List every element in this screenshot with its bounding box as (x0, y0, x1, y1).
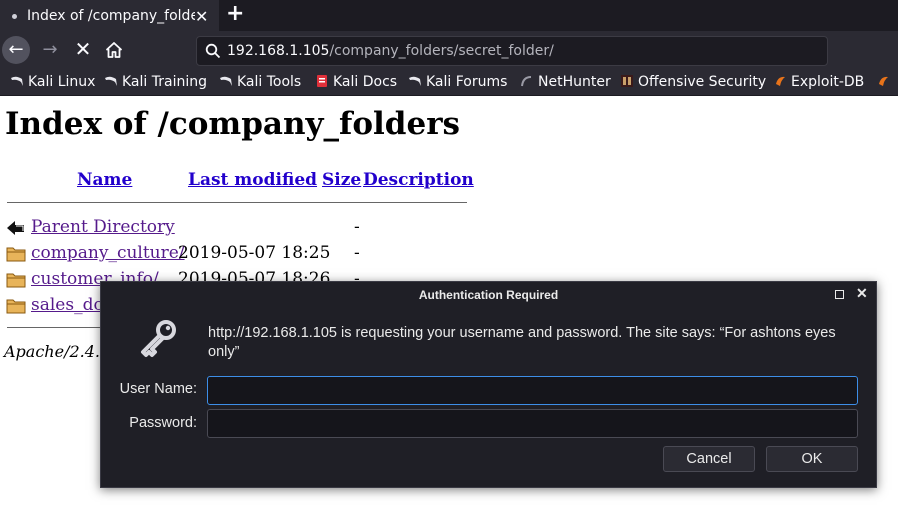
kali-dragon-icon (220, 76, 232, 86)
tab-strip: Index of /company_folders/secret_folder … (0, 0, 898, 31)
parent-directory-link[interactable]: Parent Directory (31, 217, 175, 237)
close-tab-icon[interactable]: ✕ (195, 7, 208, 27)
key-icon (141, 320, 176, 357)
navigation-toolbar: ← → ✕ 192.168.1.105/company_folders/secr… (0, 31, 898, 71)
dialog-message: http://192.168.1.105 is requesting your … (208, 325, 836, 360)
bookmark-exploit-db[interactable]: Exploit-DB (773, 74, 864, 94)
ok-button[interactable]: OK (766, 446, 858, 472)
folder-icon (6, 273, 26, 288)
address-bar[interactable]: 192.168.1.105/company_folders/secret_fol… (196, 36, 828, 66)
url-host: 192.168.1.105 (227, 43, 330, 59)
username-field[interactable] (207, 376, 858, 405)
bookmark-label: NetHunter (538, 74, 611, 90)
stop-icon: ✕ (74, 37, 92, 61)
bookmark-label: Kali Forums (426, 74, 508, 90)
bookmarks-toolbar: Kali Linux Kali Training Kali Tools Kali… (0, 71, 898, 96)
arrow-right-icon: → (42, 39, 58, 60)
back-arrow-icon (7, 221, 24, 235)
header-divider (7, 202, 467, 203)
maximize-icon[interactable] (835, 290, 844, 299)
folder-icon (6, 299, 26, 314)
authentication-dialog: Authentication Required ✕ http://192.168… (100, 281, 877, 488)
browser-tab[interactable]: Index of /company_folders/secret_folder … (0, 0, 219, 31)
arrow-left-icon: ← (8, 39, 24, 60)
bookmark-label: Offensive Security (638, 74, 767, 90)
cancel-button[interactable]: Cancel (663, 446, 755, 472)
kali-dragon-icon (409, 76, 421, 86)
nethunter-icon (521, 76, 532, 87)
password-label: Password: (129, 415, 197, 431)
forward-button[interactable]: → (36, 36, 64, 64)
url-path: /company_folders/secret_folder/ (329, 43, 554, 59)
column-last-modified-link[interactable]: Last modified (188, 170, 317, 190)
bookmark-label: Kali Tools (237, 74, 302, 90)
bookmark-label: Exploit-DB (791, 74, 865, 90)
row-size: - (354, 243, 360, 263)
bookmark-kali-forums[interactable]: Kali Forums (408, 74, 507, 94)
search-icon (205, 43, 221, 59)
loading-indicator-icon (12, 14, 17, 19)
kali-dragon-icon (105, 76, 117, 86)
column-size-link[interactable]: Size (322, 170, 361, 190)
row-last-modified: 2019-05-07 18:25 (178, 243, 331, 263)
row-size: - (354, 217, 360, 237)
exploit-db-icon (879, 76, 888, 86)
close-dialog-icon[interactable]: ✕ (856, 285, 868, 302)
back-button[interactable]: ← (2, 36, 30, 64)
stop-button[interactable]: ✕ (69, 36, 97, 64)
bookmark-offensive-security[interactable]: Offensive Security (620, 74, 766, 94)
new-tab-button[interactable]: + (226, 2, 244, 26)
kali-docs-icon (317, 75, 327, 87)
home-button[interactable] (100, 36, 128, 64)
bookmark-kali-training[interactable]: Kali Training (104, 74, 207, 94)
password-field[interactable] (207, 409, 858, 438)
bookmark-kali-linux[interactable]: Kali Linux (10, 74, 95, 94)
username-label: User Name: (119, 381, 197, 397)
bookmark-overflow[interactable] (876, 74, 894, 94)
server-signature: Apache/2.4.. (4, 342, 106, 361)
folder-icon (6, 247, 26, 262)
dialog-title: Authentication Required (418, 288, 559, 302)
bookmark-label: Kali Linux (28, 74, 96, 90)
exploit-db-icon (776, 76, 785, 86)
tab-title: Index of /company_folders/secret_folder (27, 8, 195, 24)
bookmark-label: Kali Docs (333, 74, 398, 90)
url-text: 192.168.1.105/company_folders/secret_fol… (227, 43, 554, 59)
offsec-icon (621, 75, 633, 87)
folder-link-sales-docs[interactable]: sales_do (31, 295, 104, 315)
page-title: Index of /company_folders (5, 106, 460, 142)
bookmark-kali-docs[interactable]: Kali Docs (315, 74, 397, 94)
home-icon (106, 42, 122, 58)
bookmark-kali-tools[interactable]: Kali Tools (219, 74, 301, 94)
column-name-link[interactable]: Name (77, 170, 132, 190)
folder-link-company-culture[interactable]: company_culture/ (31, 243, 185, 263)
bookmark-label: Kali Training (122, 74, 207, 90)
bookmark-nethunter[interactable]: NetHunter (520, 74, 611, 94)
kali-dragon-icon (11, 76, 23, 86)
column-description-link[interactable]: Description (363, 170, 474, 190)
